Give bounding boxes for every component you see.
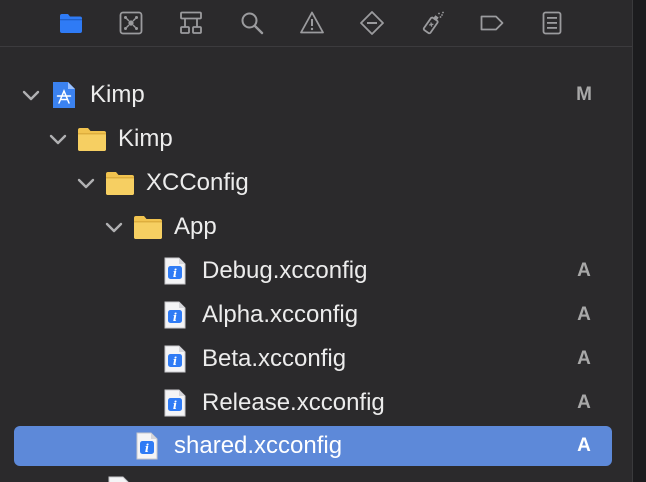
status-badge: A [577, 392, 591, 413]
search-icon[interactable] [238, 9, 266, 37]
chevron-down-icon[interactable] [103, 215, 125, 239]
tree-row-group-app[interactable]: App [0, 205, 632, 249]
tree-row-partial[interactable] [0, 468, 632, 482]
project-navigator: Kimp M Kimp XCConfig App i Debug.xcconfi… [0, 0, 632, 482]
tree-row-file[interactable]: i Beta.xcconfig A [0, 337, 632, 381]
breakpoint-icon[interactable] [478, 9, 506, 37]
tree-row-group-xcconfig[interactable]: XCConfig [0, 161, 632, 205]
tree-row-file[interactable]: i Debug.xcconfig A [0, 249, 632, 293]
editor-divider[interactable] [632, 0, 646, 482]
svg-text:i: i [173, 355, 177, 368]
svg-text:i: i [173, 311, 177, 324]
warning-icon[interactable] [298, 9, 326, 37]
file-label: shared.xcconfig [174, 432, 343, 459]
status-badge: A [577, 304, 591, 325]
xcode-project-icon [50, 80, 78, 110]
file-label: Release.xcconfig [202, 389, 385, 416]
navigator-toolbar [0, 0, 632, 47]
status-badge: A [577, 348, 591, 369]
project-label: Kimp [90, 81, 145, 108]
group-label: App [174, 213, 217, 240]
folder-icon [105, 168, 135, 198]
status-badge: M [576, 84, 592, 105]
file-label: Beta.xcconfig [202, 345, 347, 372]
config-file-icon: i [162, 344, 188, 374]
status-badge: A [577, 260, 591, 281]
config-file-icon: i [134, 431, 160, 461]
config-file-icon: i [162, 300, 188, 330]
tree-row-file[interactable]: i Release.xcconfig A [0, 381, 632, 425]
tree-row-file-selected[interactable]: i shared.xcconfig A [0, 424, 632, 468]
file-label: Debug.xcconfig [202, 257, 368, 284]
tree-row-file[interactable]: i Alpha.xcconfig A [0, 293, 632, 337]
debug-icon[interactable] [418, 9, 446, 37]
chevron-down-icon[interactable] [47, 127, 69, 151]
file-label: Alpha.xcconfig [202, 301, 359, 328]
folder-icon [133, 212, 163, 242]
folder-icon[interactable] [57, 9, 85, 37]
hierarchy-icon[interactable] [177, 9, 205, 37]
test-icon[interactable] [358, 9, 386, 37]
source-control-icon[interactable] [117, 9, 145, 37]
tree-row-group-kimp[interactable]: Kimp [0, 117, 632, 161]
chevron-down-icon[interactable] [20, 83, 42, 107]
group-label: Kimp [118, 125, 173, 152]
status-badge: A [577, 435, 591, 456]
svg-text:i: i [173, 399, 177, 412]
tree-row-project[interactable]: Kimp M [0, 73, 632, 117]
group-label: XCConfig [146, 169, 249, 196]
file-icon [106, 475, 132, 482]
config-file-icon: i [162, 256, 188, 286]
folder-icon [77, 124, 107, 154]
svg-text:i: i [145, 442, 149, 455]
report-icon[interactable] [538, 9, 566, 37]
chevron-down-icon[interactable] [75, 171, 97, 195]
svg-text:i: i [173, 267, 177, 280]
config-file-icon: i [162, 388, 188, 418]
